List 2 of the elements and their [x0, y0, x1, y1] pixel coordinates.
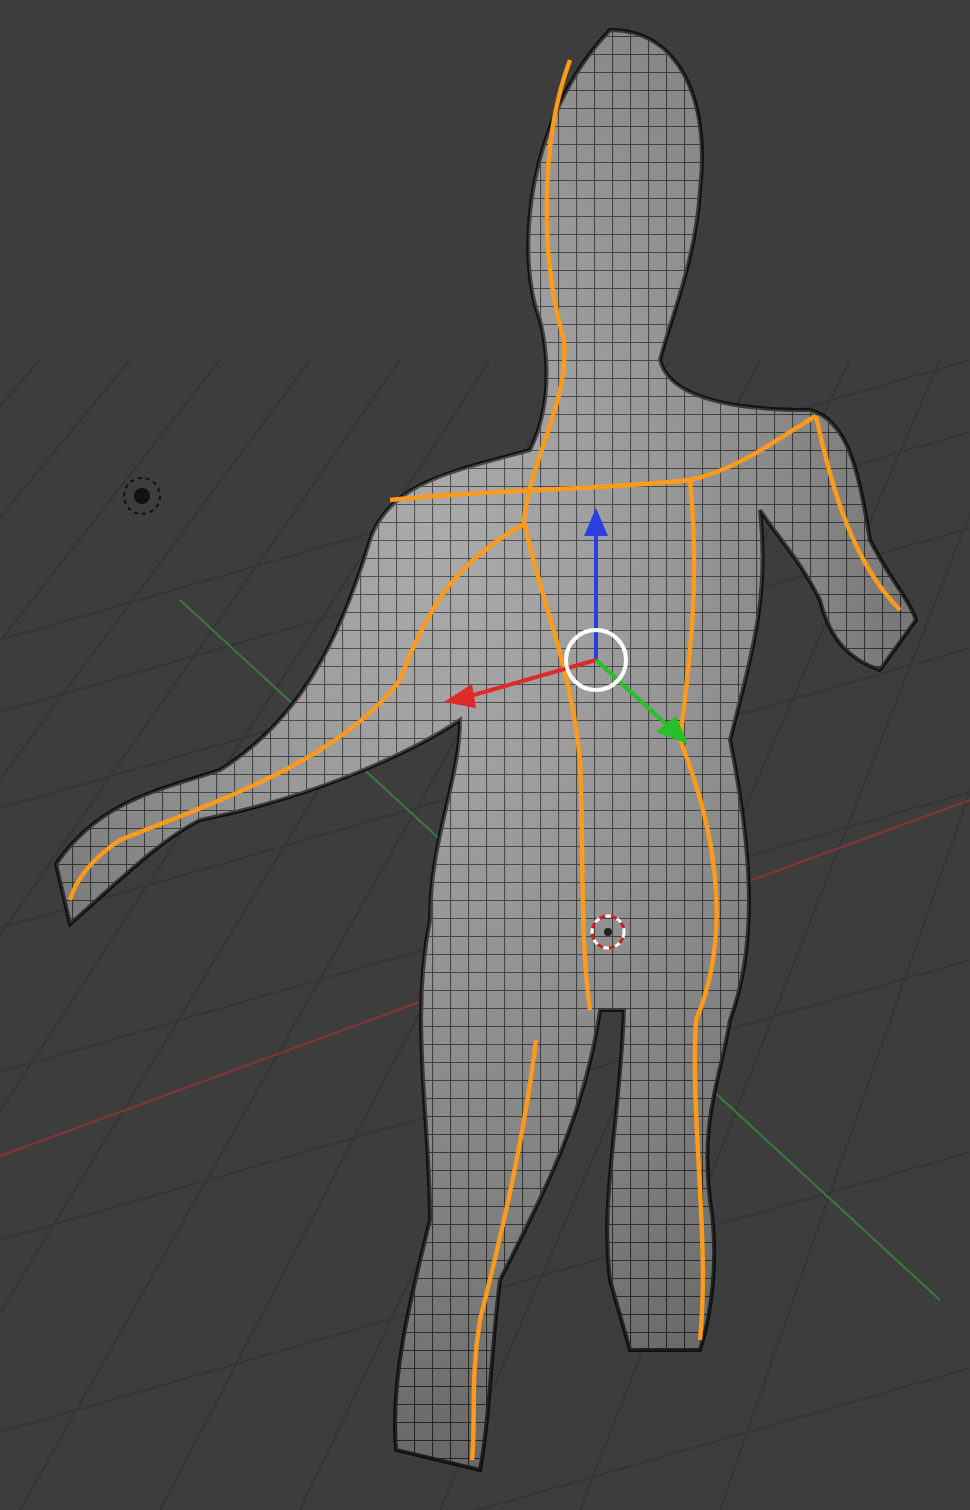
transform-gizmo-drawing[interactable] — [444, 508, 688, 744]
3d-cursor-icon[interactable] — [590, 914, 626, 950]
